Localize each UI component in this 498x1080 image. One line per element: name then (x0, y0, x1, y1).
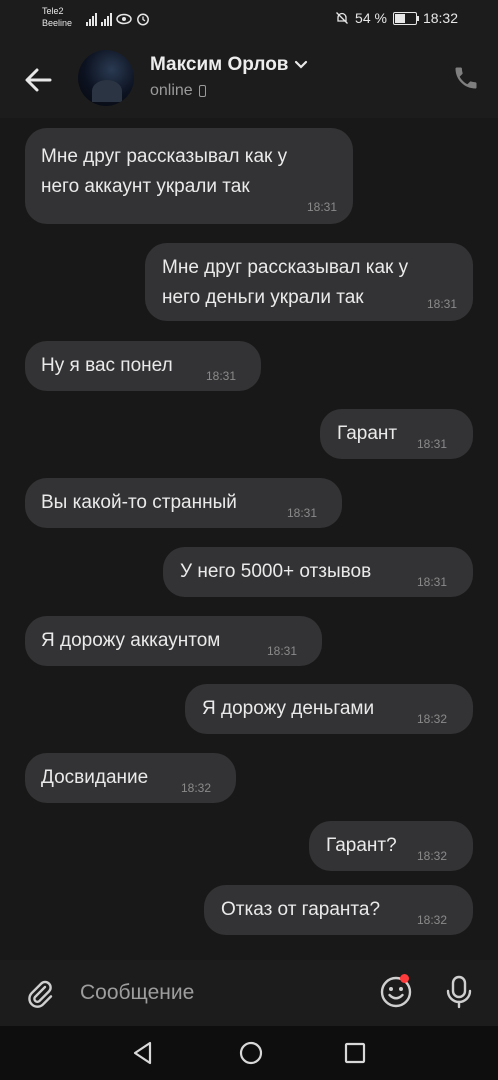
message-text: Отказ от гаранта? (221, 899, 381, 920)
message-bubble-incoming[interactable]: Мне друг рассказывал как у него аккаунт … (25, 128, 353, 224)
message-text: Вы какой-то странный (41, 492, 237, 513)
message-text: Досвидание (41, 767, 149, 788)
carrier-2: Beeline (42, 18, 73, 28)
notification-dot (400, 974, 409, 983)
presence-text: online (150, 82, 193, 99)
message-bubble-outgoing[interactable]: Я дорожу деньгами 18:32 (185, 684, 473, 734)
chat-header: Максим Орлов online (0, 38, 498, 118)
message-bubble-outgoing[interactable]: Мне друг рассказывал как у него деньги у… (145, 243, 473, 321)
contact-name-button[interactable]: Максим Орлов (150, 54, 308, 76)
clock: 18:32 (422, 10, 458, 26)
battery-level (394, 13, 405, 23)
nav-back-triangle-icon[interactable] (130, 1040, 156, 1066)
composer-bar: Сообщение (0, 960, 498, 1026)
carrier-1: Tele2 (42, 6, 64, 16)
nav-recents-square-icon[interactable] (343, 1041, 367, 1065)
signal-4g-icon (101, 13, 112, 26)
carrier-names: Tele2 Beeline (42, 5, 72, 29)
message-time: 18:31 (267, 644, 298, 658)
message-bubble-outgoing[interactable]: Отказ от гаранта? 18:32 (204, 885, 473, 935)
message-bubble-outgoing[interactable]: Гарант? 18:32 (309, 821, 473, 871)
message-text: Я дорожу аккаунтом (41, 630, 221, 651)
message-time: 18:31 (417, 437, 448, 451)
mobile-device-icon (198, 85, 206, 97)
chevron-down-icon (295, 60, 308, 69)
contact-name: Максим Орлов (150, 54, 289, 75)
eye-comfort-icon (116, 13, 132, 25)
message-bubble-incoming[interactable]: Я дорожу аккаунтом 18:31 (25, 616, 322, 666)
paperclip-icon[interactable] (24, 978, 56, 1010)
message-time: 18:31 (417, 575, 448, 589)
mute-icon (336, 12, 348, 24)
status-icons-left (86, 10, 150, 26)
message-bubble-incoming[interactable]: Ну я вас понел 18:31 (25, 341, 261, 391)
message-time: 18:31 (426, 297, 457, 311)
message-text: Мне друг рассказывал как у него деньги у… (162, 257, 409, 308)
nav-home-circle-icon[interactable] (238, 1040, 264, 1066)
message-time: 18:31 (206, 369, 237, 383)
message-time: 18:32 (417, 849, 448, 863)
presence-status: online (150, 82, 206, 100)
battery-icon (392, 11, 419, 25)
message-time: 18:31 (306, 200, 337, 214)
battery-percent: 54 % (355, 10, 387, 26)
message-input[interactable]: Сообщение (80, 981, 194, 1005)
alarm-icon (137, 13, 149, 26)
message-time: 18:32 (181, 781, 212, 795)
message-bubble-outgoing[interactable]: Гарант 18:31 (320, 409, 473, 459)
status-bar: Tele2 Beeline 54 % 18:32 (0, 0, 498, 38)
message-text: У него 5000+ отзывов (180, 561, 372, 582)
message-text: Гарант? (326, 835, 397, 856)
message-bubble-outgoing[interactable]: У него 5000+ отзывов 18:31 (163, 547, 473, 597)
avatar[interactable] (78, 50, 134, 106)
message-text: Я дорожу деньгами (202, 698, 375, 719)
arrow-left-icon[interactable] (20, 62, 56, 98)
message-text: Ну я вас понел (41, 355, 173, 376)
message-list[interactable]: Мне друг рассказывал как у него аккаунт … (0, 118, 498, 960)
message-bubble-incoming[interactable]: Вы какой-то странный 18:31 (25, 478, 342, 528)
status-icons-right: 54 % 18:32 (335, 10, 458, 26)
signal-icon (86, 13, 97, 26)
message-bubble-incoming[interactable]: Досвидание 18:32 (25, 753, 236, 803)
message-time: 18:31 (287, 506, 318, 520)
message-text: Гарант (337, 423, 398, 444)
system-navigation-bar (0, 1026, 498, 1080)
phone-icon[interactable] (452, 64, 480, 92)
message-time: 18:32 (417, 913, 448, 927)
message-text: Мне друг рассказывал как у него аккаунт … (41, 146, 288, 197)
microphone-icon[interactable] (444, 974, 474, 1010)
message-time: 18:32 (417, 712, 448, 726)
